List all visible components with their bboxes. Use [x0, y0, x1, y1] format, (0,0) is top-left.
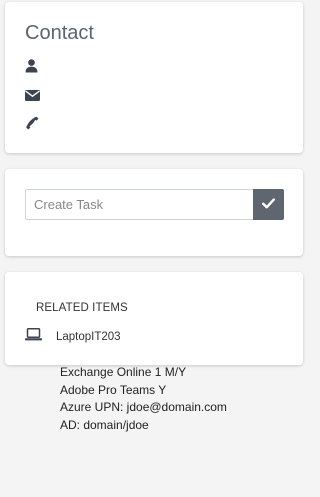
detail-line: AD: domain/jdoe: [60, 417, 149, 432]
user-icon: [25, 59, 38, 73]
detail-line: Adobe Pro Teams Y: [60, 382, 167, 397]
create-task-form: [25, 189, 284, 220]
create-task-input[interactable]: [25, 189, 253, 220]
related-item[interactable]: LaptopIT203: [25, 328, 121, 346]
check-icon: [262, 197, 275, 212]
contact-title: Contact: [25, 22, 94, 44]
create-task-submit-button[interactable]: [253, 189, 284, 220]
contact-name-row: [25, 57, 42, 75]
related-items-card: RELATED ITEMS LaptopIT203: [5, 272, 303, 365]
detail-line: Azure UPN: jdoe@domain.com: [60, 400, 227, 414]
detail-line: Exchange Online 1 M/Y: [60, 365, 187, 379]
related-item-name: LaptopIT203: [56, 331, 121, 343]
phone-icon: [25, 116, 39, 130]
contact-card: Contact: [5, 2, 303, 153]
related-item-details: Exchange Online 1 M/Y Adobe Pro Teams Y …: [60, 364, 227, 434]
laptop-icon: [25, 328, 42, 346]
contact-phone-row: [25, 114, 43, 132]
contact-email-row: [25, 86, 44, 104]
create-task-card: [5, 169, 303, 256]
related-items-header: RELATED ITEMS: [36, 302, 128, 314]
envelope-icon: [25, 89, 40, 101]
